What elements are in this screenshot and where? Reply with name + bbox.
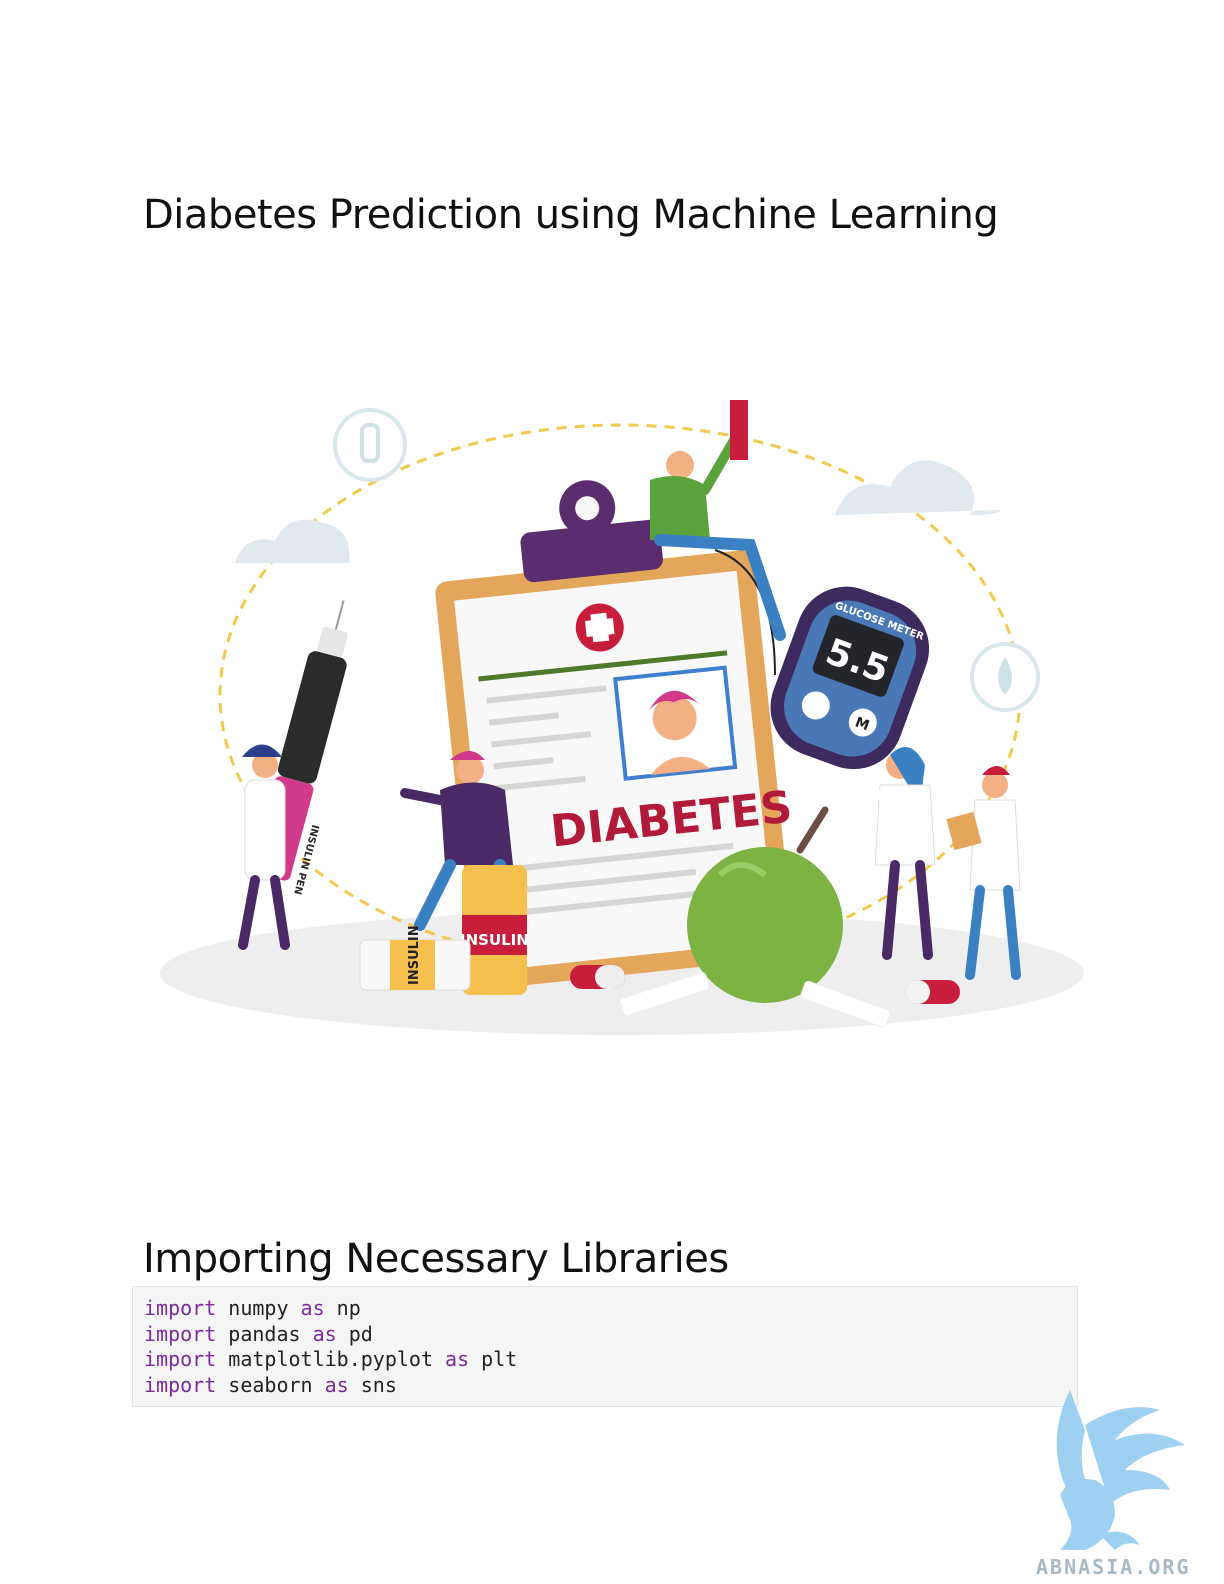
code-module: matplotlib.pyplot <box>216 1347 446 1371</box>
code-keyword: as <box>324 1372 349 1397</box>
code-keyword: as <box>312 1321 337 1346</box>
code-block: import numpy as np import pandas as pd i… <box>132 1286 1078 1407</box>
code-alias: np <box>324 1296 361 1320</box>
watermark-text: ABNASIA.ORG <box>1036 1555 1191 1579</box>
code-keyword: as <box>445 1347 470 1371</box>
code-module: numpy <box>216 1296 301 1320</box>
code-line: import seaborn as sns <box>144 1373 1077 1399</box>
vial-label-text: INSULIN <box>407 925 422 985</box>
code-keyword: import <box>144 1347 217 1371</box>
griffin-logo-icon <box>1056 1390 1185 1550</box>
code-module: seaborn <box>216 1372 325 1397</box>
code-module: pandas <box>216 1321 313 1346</box>
document-title: Diabetes Prediction using Machine Learni… <box>143 192 999 238</box>
code-keyword: import <box>144 1321 217 1346</box>
code-keyword: import <box>144 1372 217 1397</box>
section-heading: Importing Necessary Libraries <box>143 1236 729 1282</box>
diabetes-illustration: DIABETES 5.5 GLUCOSE METER M INSULIN PEN… <box>160 400 1084 1035</box>
code-alias: pd <box>336 1321 373 1346</box>
code-alias: sns <box>348 1372 397 1397</box>
code-keyword: as <box>300 1296 325 1320</box>
code-alias: plt <box>469 1347 518 1371</box>
code-keyword: import <box>144 1296 217 1320</box>
code-line: import numpy as np <box>144 1296 1077 1322</box>
code-line: import matplotlib.pyplot as plt <box>144 1347 1077 1373</box>
code-line: import pandas as pd <box>144 1322 1077 1348</box>
